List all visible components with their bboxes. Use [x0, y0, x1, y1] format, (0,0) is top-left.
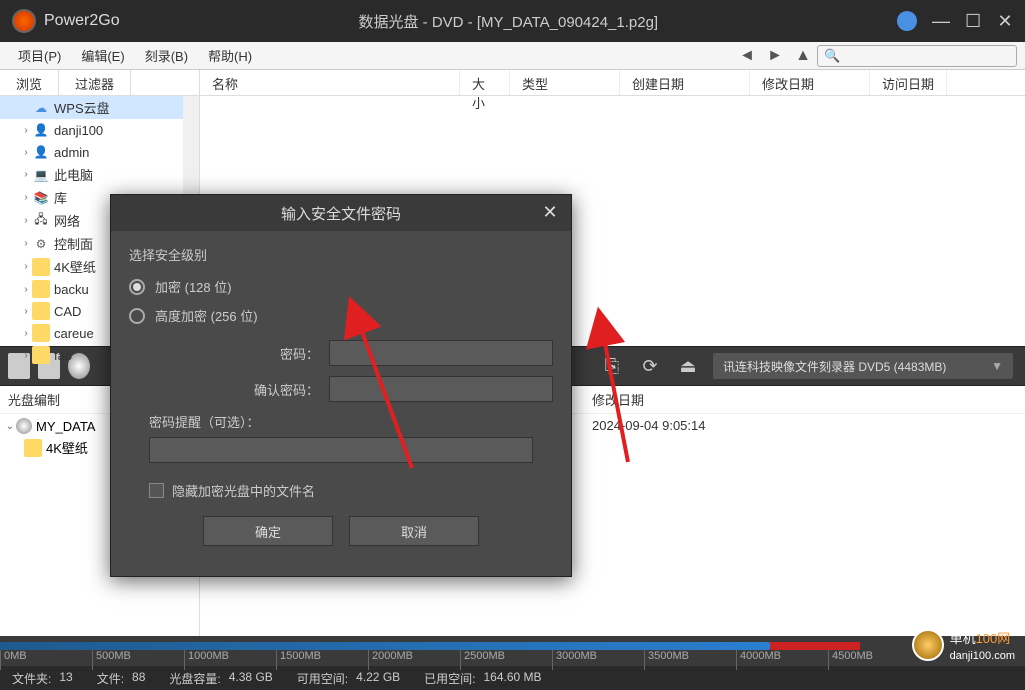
tree-item[interactable]: ☁WPS云盘	[0, 96, 199, 119]
capacity-tick: 4500MB	[828, 650, 873, 670]
window-title: 数据光盘 - DVD - [MY_DATA_090424_1.p2g]	[120, 11, 897, 32]
back-icon[interactable]: ◄	[737, 46, 757, 66]
insert-icon[interactable]: ⎘	[599, 353, 625, 379]
tab-filter[interactable]: 过滤器	[59, 70, 131, 95]
rcol-modified[interactable]: 修改日期	[580, 390, 656, 409]
net-icon: 🖧	[32, 212, 50, 230]
col-name[interactable]: 名称	[200, 70, 460, 95]
user-icon: 👤	[32, 143, 50, 161]
device-dropdown[interactable]: 讯连科技映像文件刻录器 DVD5 (4483MB) ▼	[713, 353, 1013, 379]
capacity-tick: 3000MB	[552, 650, 597, 670]
ok-button[interactable]: 确定	[203, 516, 333, 546]
password-input[interactable]	[329, 340, 553, 366]
col-type[interactable]: 类型	[510, 70, 620, 95]
watermark-icon	[912, 629, 944, 661]
tab-browse[interactable]: 浏览	[0, 70, 59, 95]
capacity-tick: 2500MB	[460, 650, 505, 670]
cancel-button[interactable]: 取消	[349, 516, 479, 546]
row-date: 2024-09-04 9:05:14	[580, 418, 717, 433]
col-modified[interactable]: 修改日期	[750, 70, 870, 95]
menu-edit[interactable]: 编辑(E)	[71, 44, 134, 67]
hint-label: 密码提醒（可选）：	[129, 412, 553, 431]
tree-item[interactable]: ›💻此电脑	[0, 163, 199, 186]
minimize-button[interactable]: —	[933, 13, 949, 29]
tabs-row: 浏览 过滤器 名称 大小 类型 创建日期 修改日期 访问日期	[0, 70, 1025, 96]
capacity-tick: 3500MB	[644, 650, 689, 670]
user-icon: 👤	[32, 121, 50, 139]
capacity-tick: 0MB	[0, 650, 27, 670]
close-button[interactable]: ✕	[997, 13, 1013, 29]
maximize-button[interactable]: ☐	[965, 13, 981, 29]
device-label: 讯连科技映像文件刻录器 DVD5 (4483MB)	[723, 358, 946, 375]
capacity-tick: 1500MB	[276, 650, 321, 670]
col-size[interactable]: 大小	[460, 70, 510, 95]
confirm-label: 确认密码：	[129, 380, 329, 399]
radio-256bit[interactable]: 高度加密 (256 位)	[129, 301, 553, 330]
radio-icon	[129, 279, 145, 295]
checkbox-icon	[149, 483, 164, 498]
chevron-down-icon: ▼	[991, 359, 1003, 373]
refresh-icon[interactable]: ⟳	[637, 353, 663, 379]
app-name: Power2Go	[44, 12, 120, 30]
dialog-title: 输入安全文件密码 ✕	[111, 195, 571, 231]
capacity-bar: 0MB500MB1000MB1500MB2000MB2500MB3000MB35…	[0, 636, 1025, 666]
ctrl-icon: ⚙	[32, 235, 50, 253]
search-input[interactable]: 🔍	[817, 45, 1017, 67]
app-icon	[12, 9, 36, 33]
menu-project[interactable]: 项目(P)	[8, 44, 71, 67]
hint-input[interactable]	[149, 437, 533, 463]
menubar: 项目(P) 编辑(E) 刻录(B) 帮助(H) ◄ ► ▲ 🔍	[0, 42, 1025, 70]
up-icon[interactable]: ▲	[793, 46, 813, 66]
tree-item[interactable]: ›👤danji100	[0, 119, 199, 141]
folder-icon	[32, 346, 50, 364]
capacity-tick: 500MB	[92, 650, 131, 670]
folder-icon	[24, 439, 42, 457]
radio-icon	[129, 308, 145, 324]
capacity-tick: 1000MB	[184, 650, 229, 670]
cloud-icon: ☁	[32, 99, 50, 117]
forward-icon[interactable]: ►	[765, 46, 785, 66]
radio-128bit[interactable]: 加密 (128 位)	[129, 272, 553, 301]
menu-help[interactable]: 帮助(H)	[198, 44, 262, 67]
folder-icon	[32, 258, 50, 276]
confirm-password-input[interactable]	[329, 376, 553, 402]
col-accessed[interactable]: 访问日期	[870, 70, 947, 95]
hide-filenames-checkbox[interactable]: 隐藏加密光盘中的文件名	[129, 473, 553, 504]
folder-icon	[32, 324, 50, 342]
titlebar: Power2Go 数据光盘 - DVD - [MY_DATA_090424_1.…	[0, 0, 1025, 42]
folder-icon	[32, 302, 50, 320]
tree-item[interactable]: ›👤admin	[0, 141, 199, 163]
security-level-label: 选择安全级别	[129, 245, 553, 264]
col-created[interactable]: 创建日期	[620, 70, 750, 95]
lib-icon: 📚	[32, 189, 50, 207]
password-label: 密码：	[129, 344, 329, 363]
dialog-close-button[interactable]: ✕	[539, 201, 561, 223]
capacity-tick: 4000MB	[736, 650, 781, 670]
disc-icon	[16, 418, 32, 434]
notification-icon[interactable]	[897, 11, 917, 31]
pc-icon: 💻	[32, 166, 50, 184]
capacity-tick: 2000MB	[368, 650, 413, 670]
eject-icon[interactable]: ⏏	[675, 353, 701, 379]
folder-icon	[32, 280, 50, 298]
search-icon: 🔍	[824, 48, 840, 64]
watermark: 单机100网danji100.com	[912, 628, 1015, 662]
password-dialog: 输入安全文件密码 ✕ 选择安全级别 加密 (128 位) 高度加密 (256 位…	[110, 194, 572, 577]
menu-burn[interactable]: 刻录(B)	[135, 44, 198, 67]
